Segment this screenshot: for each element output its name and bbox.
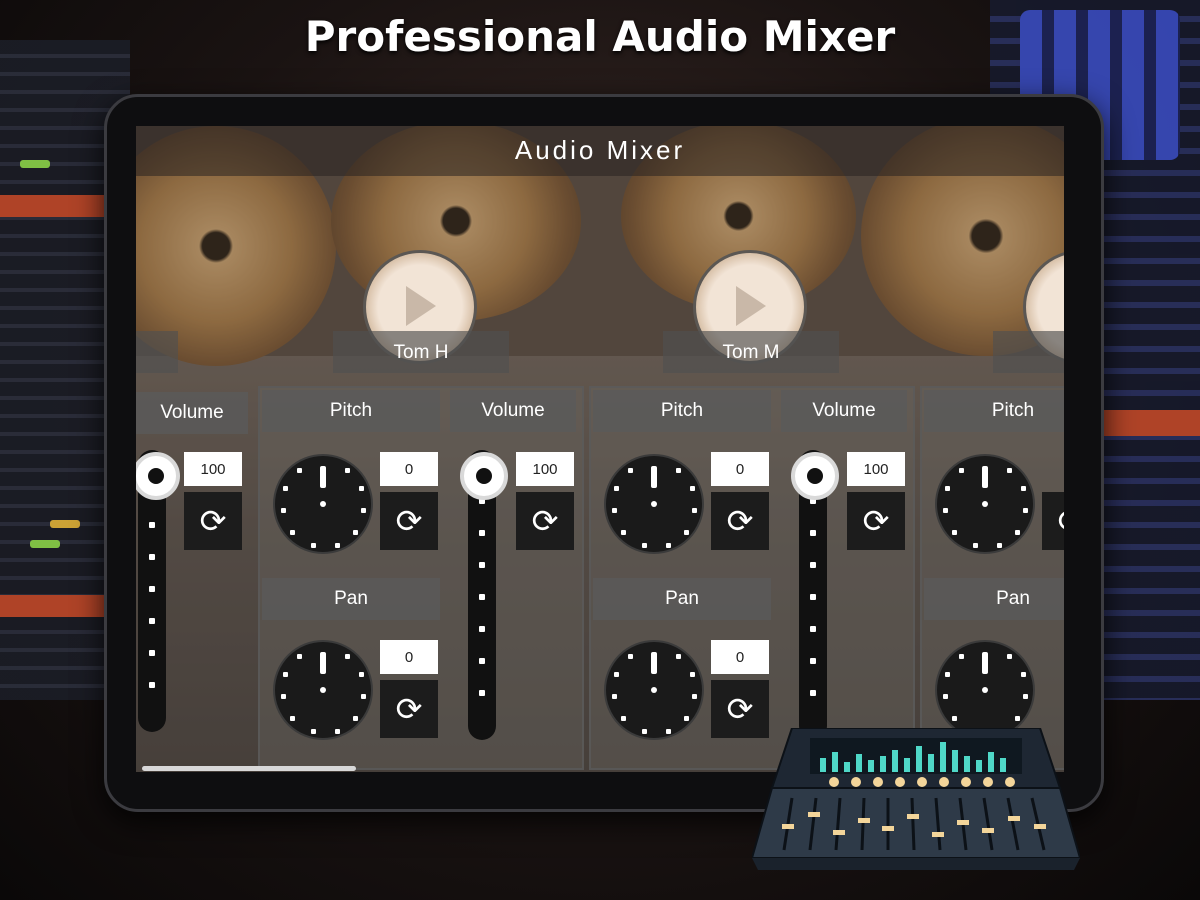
volume-reset-button[interactable]: ⟳ bbox=[184, 492, 242, 550]
pitch-knob[interactable] bbox=[604, 454, 704, 554]
pan-value-field[interactable]: 0 bbox=[711, 640, 769, 674]
volume-reset-button[interactable]: ⟳ bbox=[847, 492, 905, 550]
pitch-reset-button[interactable]: ⟳ bbox=[380, 492, 438, 550]
pitch-knob[interactable] bbox=[273, 454, 373, 554]
refresh-icon: ⟳ bbox=[726, 502, 754, 540]
channel-name: Tom M bbox=[663, 331, 839, 373]
volume-header: Volume bbox=[136, 392, 248, 434]
pitch-reset-button[interactable]: ⟳ bbox=[1042, 492, 1064, 550]
mixer-console-icon bbox=[752, 728, 1080, 870]
pan-reset-button[interactable]: ⟳ bbox=[380, 680, 438, 738]
play-icon bbox=[406, 286, 436, 326]
horizontal-scrollbar[interactable] bbox=[142, 766, 356, 771]
volume-header: Volume bbox=[450, 390, 576, 432]
channel-name-box bbox=[136, 331, 178, 373]
volume-value-field[interactable]: 100 bbox=[847, 452, 905, 486]
app-title-bar: Audio Mixer bbox=[136, 126, 1064, 176]
channel-name: T bbox=[993, 331, 1064, 373]
refresh-icon: ⟳ bbox=[726, 690, 754, 728]
bg-led bbox=[30, 540, 60, 548]
pan-knob[interactable] bbox=[935, 640, 1035, 740]
pan-value-field[interactable]: 0 bbox=[380, 640, 438, 674]
play-icon bbox=[736, 286, 766, 326]
volume-reset-button[interactable]: ⟳ bbox=[516, 492, 574, 550]
refresh-icon: ⟳ bbox=[862, 502, 890, 540]
app-title: Audio Mixer bbox=[514, 135, 686, 165]
refresh-icon: ⟳ bbox=[199, 502, 227, 540]
pitch-header: Pitch bbox=[593, 390, 771, 432]
volume-value-field[interactable]: 100 bbox=[184, 452, 242, 486]
volume-header: Volume bbox=[781, 390, 907, 432]
channel-name: Tom H bbox=[333, 331, 509, 373]
refresh-icon: ⟳ bbox=[395, 690, 423, 728]
pitch-header: Pitch bbox=[924, 390, 1064, 432]
app-screen: Audio Mixer Volume 100 ⟳ Tom H Pitch 0 ⟳… bbox=[136, 126, 1064, 772]
bg-led bbox=[20, 160, 50, 168]
pan-header: Pan bbox=[262, 578, 440, 620]
pitch-header: Pitch bbox=[262, 390, 440, 432]
volume-slider-thumb[interactable] bbox=[791, 452, 839, 500]
bg-led bbox=[50, 520, 80, 528]
pan-header: Pan bbox=[924, 578, 1064, 620]
pitch-value-field[interactable]: 0 bbox=[711, 452, 769, 486]
pitch-reset-button[interactable]: ⟳ bbox=[711, 492, 769, 550]
volume-value-field[interactable]: 100 bbox=[516, 452, 574, 486]
pan-knob[interactable] bbox=[273, 640, 373, 740]
headline: Professional Audio Mixer bbox=[304, 12, 896, 61]
pitch-value-field[interactable]: 0 bbox=[380, 452, 438, 486]
pan-knob[interactable] bbox=[604, 640, 704, 740]
refresh-icon: ⟳ bbox=[1058, 502, 1064, 540]
refresh-icon: ⟳ bbox=[395, 502, 423, 540]
refresh-icon: ⟳ bbox=[531, 502, 559, 540]
volume-slider-thumb[interactable] bbox=[460, 452, 508, 500]
pan-header: Pan bbox=[593, 578, 771, 620]
pitch-knob[interactable] bbox=[935, 454, 1035, 554]
